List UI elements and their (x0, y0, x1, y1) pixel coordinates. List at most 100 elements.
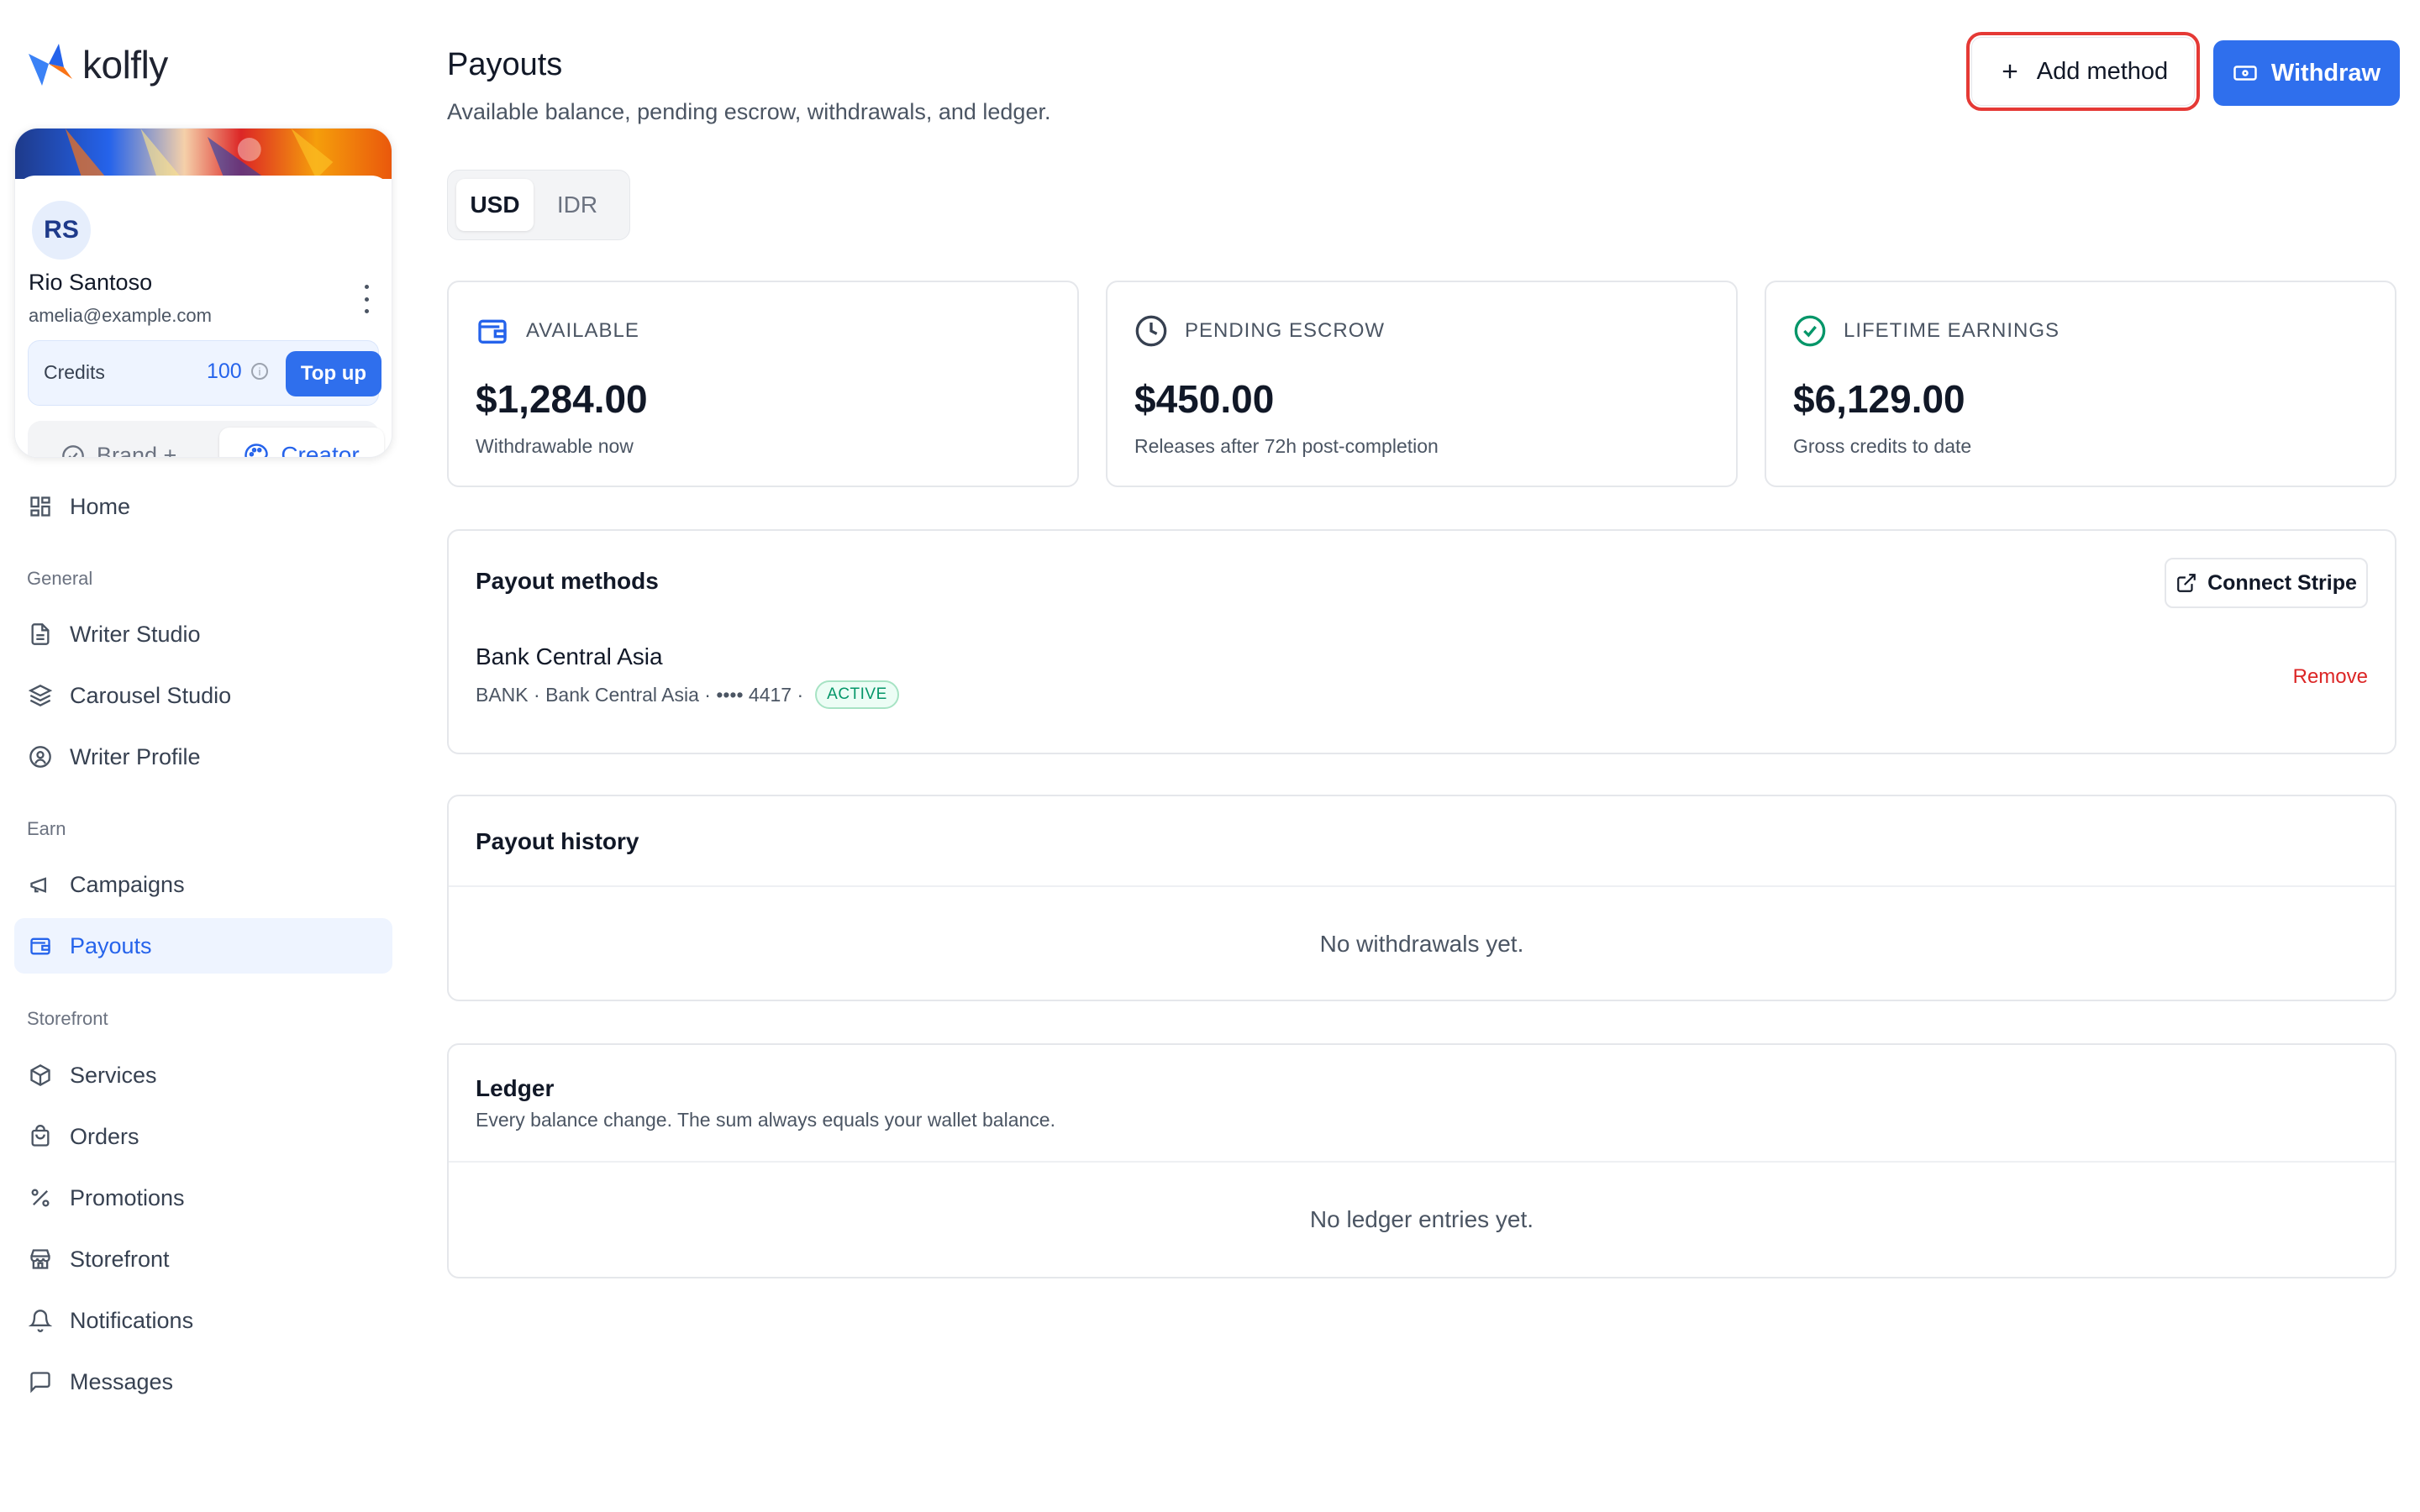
layers-icon (28, 683, 53, 708)
sidebar-item-messages[interactable]: Messages (14, 1354, 392, 1410)
credits-box: Credits 100 i Top up (28, 340, 381, 406)
app-name: kolfly (82, 43, 168, 87)
stat-card-lifetime-earnings: LIFETIME EARNINGS $6,129.00 Gross credit… (1765, 281, 2396, 487)
ledger-subtitle: Every balance change. The sum always equ… (476, 1109, 1055, 1131)
package-icon (28, 1063, 53, 1088)
sidebar-item-promotions[interactable]: Promotions (14, 1170, 392, 1226)
wallet-icon (28, 933, 53, 958)
sidebar-item-services[interactable]: Services (14, 1047, 392, 1103)
role-creator-label: Creator (281, 442, 360, 458)
sidebar-item-orders[interactable]: Orders (14, 1109, 392, 1164)
tab-idr[interactable]: IDR (539, 179, 616, 231)
sidebar-item-writer-profile[interactable]: Writer Profile (14, 729, 392, 785)
stat-value: $1,284.00 (476, 377, 648, 421)
add-method-label: Add method (2036, 57, 2169, 85)
sidebar-item-label: Promotions (70, 1184, 185, 1210)
remove-method-button[interactable]: Remove (2293, 665, 2368, 689)
stat-card-pending-escrow: PENDING ESCROW $450.00 Releases after 72… (1106, 281, 1738, 487)
plus-icon (2002, 64, 2017, 79)
role-creator-option[interactable]: Creator (219, 428, 384, 458)
sidebar-item-label: Services (70, 1062, 157, 1088)
nav-section-storefront: Storefront (27, 1008, 108, 1029)
ledger-empty: No ledger entries yet. (1309, 1206, 1534, 1232)
page-subtitle: Available balance, pending escrow, withd… (447, 99, 1051, 124)
profile-card-body: RS Rio Santoso amelia@example.com Credit… (15, 176, 392, 458)
nav-section-general: General (27, 568, 93, 589)
stat-label: AVAILABLE (526, 319, 639, 342)
wallet-icon (478, 319, 507, 344)
stat-value: $6,129.00 (1793, 377, 1965, 421)
method-meta: BANK · Bank Central Asia · •••• 4417 · A… (476, 680, 899, 709)
payout-methods-panel: Payout methods Connect Stripe Bank Centr… (447, 529, 2396, 754)
currency-tabs: USD IDR (447, 170, 630, 240)
sidebar-item-label: Home (70, 493, 131, 519)
stat-sub: Gross credits to date (1793, 435, 1972, 457)
withdraw-label: Withdraw (2270, 59, 2381, 87)
more-options-icon[interactable] (360, 285, 373, 313)
add-method-button[interactable]: Add method (1966, 32, 2200, 111)
tab-usd[interactable]: USD (456, 179, 534, 231)
stat-sub: Releases after 72h post-completion (1134, 435, 1439, 457)
payout-history-panel: Payout history No withdrawals yet. (447, 795, 2396, 1001)
role-brand-label: Brand + (97, 443, 177, 458)
status-badge: ACTIVE (815, 680, 899, 709)
sidebar-item-campaigns[interactable]: Campaigns (14, 857, 392, 912)
external-link-icon (2177, 574, 2196, 592)
divider (449, 885, 2395, 887)
message-icon (28, 1369, 53, 1394)
top-up-button[interactable]: Top up (286, 351, 381, 396)
main-content: Payouts Available balance, pending escro… (447, 0, 2400, 1512)
profile-banner (15, 129, 392, 179)
method-name: Bank Central Asia (476, 643, 663, 669)
sidebar-item-label: Writer Studio (70, 621, 201, 647)
percent-icon (28, 1185, 53, 1210)
app-logo[interactable]: kolfly (25, 42, 168, 87)
user-circle-icon (28, 744, 53, 769)
withdraw-button[interactable]: Withdraw (2213, 40, 2400, 106)
check-circle-icon (1794, 315, 1826, 347)
document-icon (28, 622, 53, 647)
sidebar-item-label: Orders (70, 1123, 139, 1149)
ledger-panel: Ledger Every balance change. The sum alw… (447, 1043, 2396, 1278)
grid-icon (28, 494, 53, 519)
divider (449, 1161, 2395, 1163)
clock-icon (1135, 315, 1167, 347)
method-details: BANK · Bank Central Asia · •••• 4417 · (476, 683, 804, 706)
sidebar-item-label: Payouts (70, 932, 152, 958)
sidebar-item-label: Messages (70, 1368, 174, 1394)
connect-stripe-button[interactable]: Connect Stripe (2165, 558, 2368, 608)
banknote-icon (2233, 66, 2257, 81)
stat-value: $450.00 (1134, 377, 1275, 421)
info-icon[interactable]: i (251, 363, 268, 380)
sidebar-item-payouts[interactable]: Payouts (14, 918, 392, 974)
bell-icon (28, 1308, 53, 1333)
stat-card-available: AVAILABLE $1,284.00 Withdrawable now (447, 281, 1079, 487)
shopping-bag-icon (28, 1124, 53, 1149)
palette-icon (245, 444, 269, 457)
megaphone-icon (28, 872, 53, 897)
role-brand-option[interactable]: Brand + (61, 443, 177, 458)
profile-card: RS Rio Santoso amelia@example.com Credit… (14, 128, 392, 458)
sidebar-item-notifications[interactable]: Notifications (14, 1293, 392, 1348)
sidebar-item-home[interactable]: Home (14, 479, 392, 534)
page-title: Payouts (447, 47, 563, 82)
user-name: Rio Santoso (29, 270, 153, 295)
stat-label: PENDING ESCROW (1185, 319, 1386, 342)
connect-stripe-label: Connect Stripe (2207, 570, 2357, 595)
credits-value: 100 (207, 360, 242, 383)
sidebar-item-carousel-studio[interactable]: Carousel Studio (14, 668, 392, 723)
sidebar: kolfly RS Rio Santoso amelia@example.com… (0, 0, 403, 1512)
sidebar-item-label: Storefront (70, 1246, 170, 1272)
sidebar-item-label: Carousel Studio (70, 682, 232, 708)
role-switcher: Brand + Creator (28, 421, 384, 458)
sidebar-item-storefront[interactable]: Storefront (14, 1231, 392, 1287)
sidebar-item-writer-studio[interactable]: Writer Studio (14, 606, 392, 662)
credits-label: Credits (44, 361, 105, 383)
sidebar-item-label: Campaigns (70, 871, 185, 897)
check-circle-icon (62, 444, 84, 457)
kolfly-logo-icon (29, 44, 72, 86)
avatar[interactable]: RS (29, 197, 94, 263)
ledger-title: Ledger (476, 1075, 555, 1101)
user-email: amelia@example.com (29, 305, 212, 326)
sidebar-item-label: Notifications (70, 1307, 194, 1333)
